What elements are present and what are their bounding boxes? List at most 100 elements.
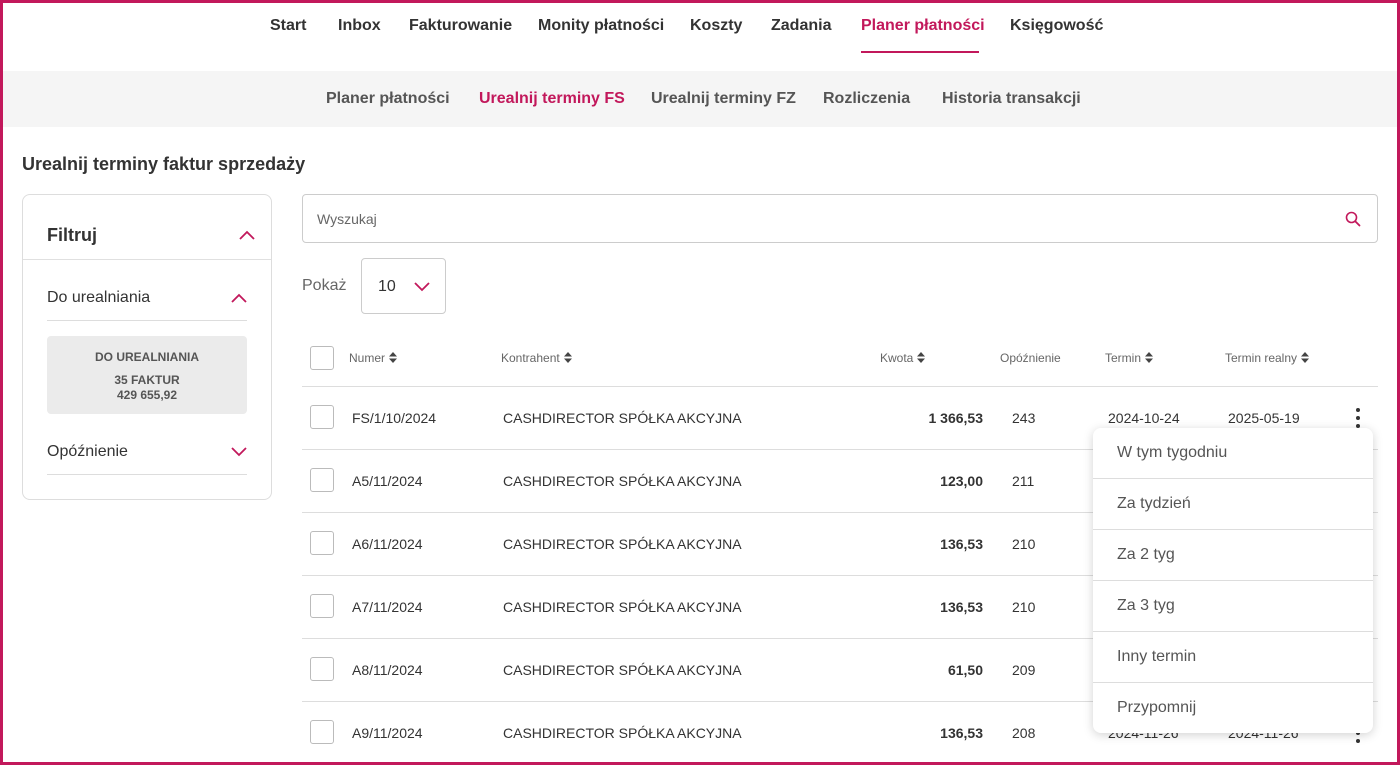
cell-amount: 136,53 [940,599,983,615]
cell-amount: 1 366,53 [928,410,984,426]
summary-heading: DO UREALNIANIA [95,350,199,364]
chevron-up-icon[interactable] [239,230,255,240]
cell-delay: 208 [1012,725,1036,741]
row-checkbox[interactable] [310,531,334,555]
cell-amount: 61,50 [947,662,983,678]
nav-monity-platnosci[interactable]: Monity płatności [538,17,664,35]
nav-koszty[interactable]: Koszty [690,17,742,35]
filter-section-delay[interactable]: Opóźnienie [47,425,247,475]
cell-number: A7/11/2024 [352,599,423,615]
column-header-delay: Opóźnienie [1000,351,1061,365]
cell-contractor: CASHDIRECTOR SPÓŁKA AKCYJNA [503,536,742,552]
cell-delay: 209 [1012,662,1036,678]
summary-count: 35 FAKTUR [114,373,180,387]
pending-summary: DO UREALNIANIA 35 FAKTUR 429 655,92 [47,336,247,414]
column-header-amount-label: Kwota [880,351,914,365]
menu-option-label: Za 2 tyg [1117,546,1175,563]
nav-inbox[interactable]: Inbox [338,17,381,35]
column-header-due-label: Termin [1105,351,1142,365]
filter-header[interactable]: Filtruj [23,195,271,260]
cell-delay: 211 [1012,473,1035,489]
column-header-contractor[interactable]: Kontrahent [501,351,572,365]
table-header: Numer Kontrahent Kwota Opóźnienie Termin… [302,330,1378,387]
cell-number: A5/11/2024 [352,473,423,489]
row-checkbox[interactable] [310,657,334,681]
nav-planer-platnosci[interactable]: Planer płatności [861,17,985,35]
menu-option-this-week[interactable]: W tym tygodniu [1093,428,1373,479]
menu-option-remind[interactable]: Przypomnij [1093,683,1373,734]
filter-panel: Filtruj Do urealniania DO UREALNIANIA 35… [22,194,272,500]
filter-section-pending[interactable]: Do urealniania [47,271,247,321]
menu-option-in-2-weeks[interactable]: Za 2 tyg [1093,530,1373,581]
sort-icon [389,352,398,363]
cell-delay: 210 [1012,599,1036,615]
cell-number: FS/1/10/2024 [352,410,437,426]
menu-option-label: Inny termin [1117,648,1197,665]
cell-contractor: CASHDIRECTOR SPÓŁKA AKCYJNA [503,725,742,741]
cell-delay: 243 [1012,410,1036,426]
row-checkbox[interactable] [310,594,334,618]
menu-option-label: Przypomnij [1117,699,1197,716]
nav-active-indicator [861,51,979,53]
column-header-number[interactable]: Numer [349,351,398,365]
top-navigation: Start Inbox Fakturowanie Monity płatnośc… [3,3,1397,71]
subnav-urealnij-fz[interactable]: Urealnij terminy FZ [651,90,796,108]
cell-number: A9/11/2024 [352,725,423,741]
column-header-contractor-label: Kontrahent [501,351,560,365]
column-header-due[interactable]: Termin [1105,351,1154,365]
subnav-historia-transakcji[interactable]: Historia transakcji [942,90,1081,108]
nav-fakturowanie[interactable]: Fakturowanie [409,17,512,35]
cell-delay: 210 [1012,536,1036,552]
menu-option-other-date[interactable]: Inny termin [1093,632,1373,683]
cell-real-due: 2025-05-19 [1228,410,1300,426]
cell-due: 2024-10-24 [1108,410,1180,426]
summary-amount: 429 655,92 [116,388,178,402]
row-checkbox[interactable] [310,405,334,429]
menu-option-label: Za tydzień [1117,495,1191,512]
column-header-number-label: Numer [349,351,386,365]
subnav-rozliczenia[interactable]: Rozliczenia [823,90,910,108]
cell-contractor: CASHDIRECTOR SPÓŁKA AKCYJNA [503,662,742,678]
sort-icon [563,352,572,363]
menu-option-in-a-week[interactable]: Za tydzień [1093,479,1373,530]
sort-icon [1301,352,1310,363]
search-box [302,194,1378,243]
row-checkbox[interactable] [310,720,334,744]
cell-amount: 136,53 [940,725,983,741]
page-size-value: 10 [378,278,396,295]
chevron-up-icon[interactable] [231,293,247,303]
search-icon[interactable] [1345,211,1361,227]
menu-option-in-3-weeks[interactable]: Za 3 tyg [1093,581,1373,632]
row-checkbox[interactable] [310,468,334,492]
nav-start[interactable]: Start [270,17,306,35]
nav-ksiegowosc[interactable]: Księgowość [1010,17,1103,35]
subnav-planer-platnosci[interactable]: Planer płatności [326,90,450,108]
sub-navigation: Planer płatności Urealnij terminy FS Ure… [3,71,1397,127]
sort-icon [917,352,926,363]
cell-contractor: CASHDIRECTOR SPÓŁKA AKCYJNA [503,410,742,426]
column-header-real-due-label: Termin realny [1225,351,1298,365]
more-options-icon[interactable] [1348,406,1368,430]
nav-zadania[interactable]: Zadania [771,17,831,35]
cell-contractor: CASHDIRECTOR SPÓŁKA AKCYJNA [503,599,742,615]
select-all-checkbox[interactable] [310,346,334,370]
column-header-amount[interactable]: Kwota [880,351,926,365]
page-size-select[interactable]: 10 [361,258,446,314]
sort-icon [1145,352,1154,363]
cell-number: A8/11/2024 [352,662,423,678]
filter-title: Filtruj [47,225,97,245]
chevron-down-icon [414,282,430,292]
column-header-real-due[interactable]: Termin realny [1225,351,1310,365]
subnav-urealnij-fs[interactable]: Urealnij terminy FS [479,90,625,108]
filter-section-pending-label: Do urealniania [47,289,151,306]
search-input[interactable] [317,209,1317,229]
page-title: Urealnij terminy faktur sprzedaży [22,154,306,174]
chevron-down-icon[interactable] [231,447,247,457]
cell-contractor: CASHDIRECTOR SPÓŁKA AKCYJNA [503,473,742,489]
reschedule-menu: W tym tygodniu Za tydzień Za 2 tyg Za 3 … [1093,428,1373,733]
cell-number: A6/11/2024 [352,536,423,552]
cell-amount: 123,00 [940,473,983,489]
page-size-label: Pokaż [302,277,347,294]
filter-section-delay-label: Opóźnienie [47,443,128,460]
menu-option-label: Za 3 tyg [1117,597,1175,614]
